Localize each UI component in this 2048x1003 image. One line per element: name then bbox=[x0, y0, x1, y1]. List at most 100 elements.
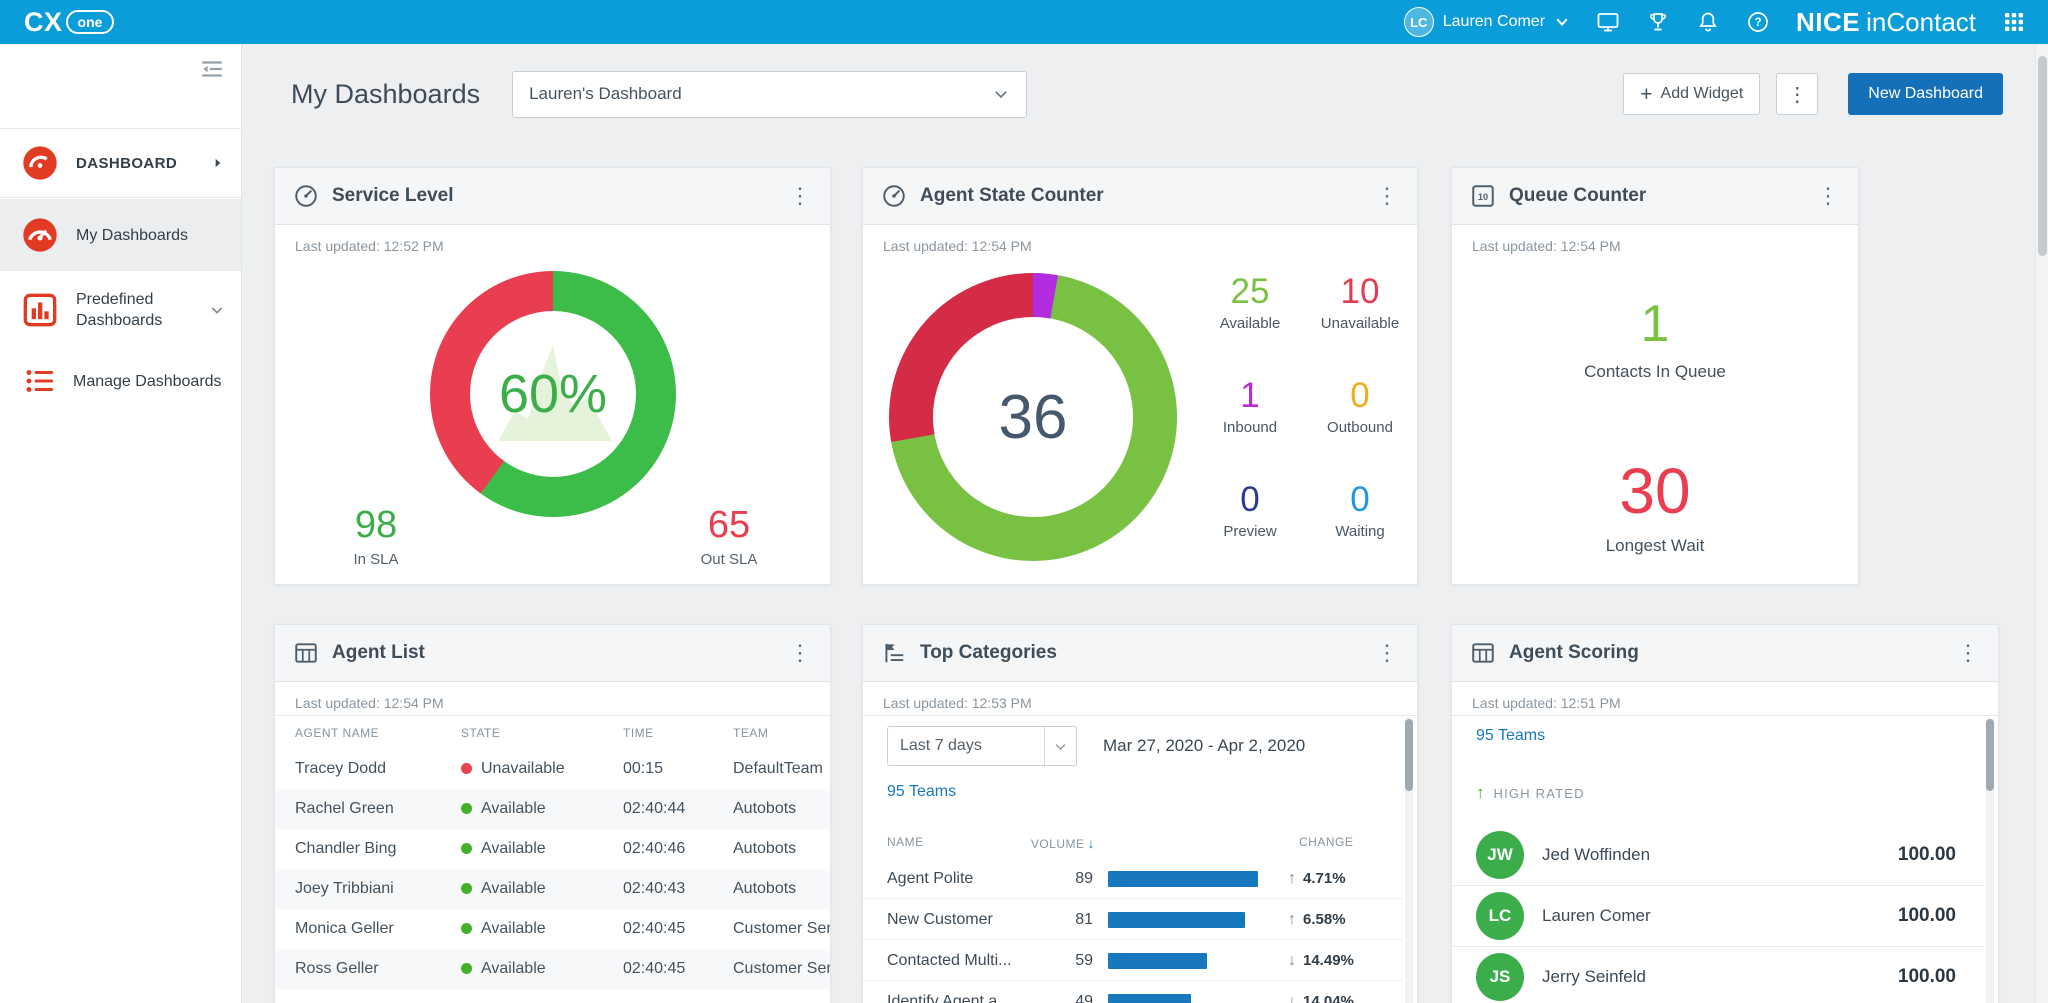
add-widget-button[interactable]: + Add Widget bbox=[1623, 73, 1760, 115]
widget-menu-icon[interactable]: ⋮ bbox=[1375, 642, 1399, 664]
new-dashboard-label: New Dashboard bbox=[1868, 85, 1983, 103]
widget-service-level: Service Level ⋮ Last updated: 12:52 PM 6… bbox=[274, 167, 831, 585]
sidebar-item-predefined-dashboards[interactable]: PredefinedDashboards bbox=[0, 271, 241, 349]
agent-team: Autobots bbox=[733, 880, 830, 898]
out-sla-stat: 65 Out SLA bbox=[664, 504, 794, 568]
trophy-icon[interactable] bbox=[1646, 10, 1670, 34]
widget-agent-state-counter: Agent State Counter ⋮ Last updated: 12:5… bbox=[862, 167, 1418, 585]
cxone-logo: CX one bbox=[24, 7, 114, 38]
agent-name: Joey Tribbiani bbox=[295, 880, 461, 898]
sidebar-item-manage-dashboards[interactable]: Manage Dashboards bbox=[0, 349, 241, 413]
brand-incontact: inContact bbox=[1866, 7, 1976, 37]
column-name[interactable]: NAME bbox=[887, 835, 924, 849]
category-change: ↑6.58% bbox=[1288, 899, 1346, 940]
top-categories-columns: NAME VOLUME↓ CHANGE bbox=[863, 829, 1417, 857]
agent-state: Unavailable bbox=[461, 760, 623, 778]
caret-right-icon bbox=[211, 156, 225, 170]
scrollbar-thumb[interactable] bbox=[1405, 719, 1413, 791]
agent-state-dot bbox=[461, 883, 472, 894]
dashboard-select[interactable]: Lauren's Dashboard bbox=[512, 71, 1027, 118]
column-time[interactable]: TIME bbox=[623, 726, 733, 740]
date-range-value: Last 7 days bbox=[888, 737, 1044, 755]
high-rated-label: HIGH RATED bbox=[1494, 786, 1585, 801]
list-item: LCLauren Comer100.00 bbox=[1452, 885, 1984, 946]
widget-top-categories: Top Categories ⋮ Last updated: 12:53 PM … bbox=[862, 624, 1418, 1003]
agent-scoring-rows: JWJed Woffinden100.00 LCLauren Comer100.… bbox=[1452, 824, 1984, 1003]
last-updated: Last updated: 12:52 PM bbox=[275, 225, 830, 258]
widget-menu-icon[interactable]: ⋮ bbox=[788, 185, 812, 207]
category-change: ↓14.49% bbox=[1288, 940, 1354, 981]
app-grid-icon[interactable] bbox=[2002, 10, 2026, 34]
category-volume: 49 bbox=[1023, 981, 1093, 1003]
last-updated: Last updated: 12:54 PM bbox=[863, 225, 1417, 258]
category-volume: 59 bbox=[1023, 940, 1093, 981]
agent-state-stat: 25Available bbox=[1197, 272, 1303, 332]
widget-agent-scoring: Agent Scoring ⋮ Last updated: 12:51 PM 9… bbox=[1451, 624, 1999, 1003]
table-row: Chandler BingAvailable02:40:46Autobots bbox=[275, 829, 830, 869]
in-sla-stat: 98 In SLA bbox=[311, 504, 441, 568]
agent-state-dot bbox=[461, 843, 472, 854]
agent-state-label: Unavailable bbox=[481, 760, 565, 777]
agent-time: 02:40:45 bbox=[623, 920, 733, 938]
widget-title: Top Categories bbox=[920, 642, 1375, 664]
teams-link[interactable]: 95 Teams bbox=[1476, 727, 1545, 745]
widget-scrollbar bbox=[1986, 717, 1994, 1003]
high-rated-header: ↑HIGH RATED bbox=[1476, 783, 1585, 803]
column-state[interactable]: STATE bbox=[461, 726, 623, 740]
dashboard-options-button[interactable]: ⋮ bbox=[1776, 73, 1818, 115]
collapse-menu-icon[interactable] bbox=[199, 56, 225, 82]
agent-name: Jerry Seinfeld bbox=[1542, 967, 1898, 987]
widget-menu-icon[interactable]: ⋮ bbox=[1375, 185, 1399, 207]
agent-state-dot bbox=[461, 763, 472, 774]
volume-bar bbox=[1108, 994, 1191, 1003]
help-icon[interactable]: ? bbox=[1746, 10, 1770, 34]
widget-header: Agent State Counter ⋮ bbox=[863, 168, 1417, 225]
table-row: Ross GellerAvailable02:40:45Customer Ser… bbox=[275, 949, 830, 989]
chevron-down-icon bbox=[1554, 14, 1570, 30]
volume-bar bbox=[1108, 912, 1245, 928]
agent-state: Available bbox=[461, 920, 623, 938]
agent-state-label: Available bbox=[481, 800, 546, 817]
volume-bar bbox=[1108, 953, 1207, 969]
widget-agent-list: Agent List ⋮ Last updated: 12:54 PM AGEN… bbox=[274, 624, 831, 1003]
predefined-line2: Dashboards bbox=[76, 312, 162, 329]
widget-header: 10 Queue Counter ⋮ bbox=[1452, 168, 1858, 225]
scrollbar-thumb[interactable] bbox=[2038, 56, 2047, 256]
column-volume[interactable]: VOLUME↓ bbox=[1003, 835, 1095, 851]
svg-text:10: 10 bbox=[1478, 192, 1488, 202]
column-agent-name[interactable]: AGENT NAME bbox=[295, 726, 461, 740]
cxone-logo-cloud: one bbox=[66, 10, 115, 34]
category-name: Contacted Multi... bbox=[887, 940, 1027, 981]
avatar[interactable]: LC bbox=[1404, 7, 1434, 37]
ranked-list-icon bbox=[881, 640, 907, 666]
scrollbar-thumb[interactable] bbox=[1986, 719, 1994, 791]
agent-state-stat: 0Preview bbox=[1197, 480, 1303, 540]
sidebar-item-label: DASHBOARD bbox=[76, 153, 211, 174]
teams-link[interactable]: 95 Teams bbox=[887, 783, 956, 801]
column-team[interactable]: TEAM bbox=[733, 726, 830, 740]
sidebar-item-my-dashboards[interactable]: My Dashboards bbox=[0, 199, 241, 271]
table-row: Rachel GreenAvailable02:40:44Autobots bbox=[275, 789, 830, 829]
manage-dashboards-icon bbox=[23, 364, 57, 398]
list-item: JWJed Woffinden100.00 bbox=[1452, 824, 1984, 885]
sidebar-item-label: My Dashboards bbox=[76, 225, 225, 246]
contacts-in-queue-stat: 1 Contacts In Queue bbox=[1452, 294, 1858, 382]
agent-time: 02:40:43 bbox=[623, 880, 733, 898]
last-updated: Last updated: 12:54 PM bbox=[1452, 225, 1858, 258]
category-volume: 89 bbox=[1023, 858, 1093, 899]
widget-menu-icon[interactable]: ⋮ bbox=[1816, 185, 1840, 207]
bell-icon[interactable] bbox=[1696, 10, 1720, 34]
column-change[interactable]: CHANGE bbox=[1299, 835, 1353, 849]
contacts-in-queue-value: 1 bbox=[1452, 294, 1858, 354]
sidebar-item-dashboard[interactable]: DASHBOARD bbox=[0, 128, 241, 198]
widget-menu-icon[interactable]: ⋮ bbox=[1956, 642, 1980, 664]
table-icon bbox=[293, 640, 319, 666]
list-item: Contacted Multi...59 ↓14.49% bbox=[863, 940, 1403, 981]
user-menu[interactable]: LC Lauren Comer bbox=[1404, 7, 1570, 37]
dashboard-logo-icon bbox=[20, 143, 60, 183]
date-range-select[interactable]: Last 7 days bbox=[887, 726, 1077, 766]
new-dashboard-button[interactable]: New Dashboard bbox=[1848, 73, 2003, 115]
widget-menu-icon[interactable]: ⋮ bbox=[788, 642, 812, 664]
table-row: Tracey DoddUnavailable00:15DefaultTeam bbox=[275, 749, 830, 789]
screen-monitor-icon[interactable] bbox=[1596, 10, 1620, 34]
